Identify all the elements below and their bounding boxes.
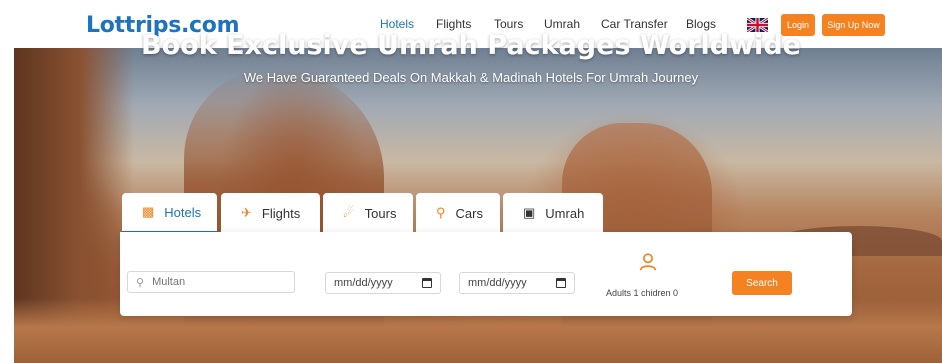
tab-flights[interactable]: ✈ Flights bbox=[221, 193, 320, 233]
hero-title: Book Exclusive Umrah Packages Worldwide bbox=[141, 30, 801, 61]
tab-cars-label: Cars bbox=[455, 205, 483, 221]
hotel-icon: ▩ bbox=[142, 204, 155, 219]
guests-summary[interactable]: Adults 1 chidren 0 bbox=[606, 288, 678, 298]
search-panel: ⚲ mm/dd/yyyy mm/dd/yyyy Adults 1 chidren… bbox=[120, 232, 852, 316]
search-icon: ⚲ bbox=[136, 276, 145, 289]
nav-flights[interactable]: Flights bbox=[436, 17, 471, 31]
tab-cars[interactable]: ⚲ Cars bbox=[416, 193, 500, 233]
checkin-placeholder: mm/dd/yyyy bbox=[334, 277, 393, 289]
kaaba-icon: ▣ bbox=[523, 205, 536, 220]
nav-blogs[interactable]: Blogs bbox=[686, 17, 716, 31]
nav-umrah[interactable]: Umrah bbox=[544, 17, 580, 31]
checkout-placeholder: mm/dd/yyyy bbox=[468, 277, 527, 289]
calendar-icon[interactable] bbox=[556, 278, 566, 288]
tab-hotels-label: Hotels bbox=[164, 204, 202, 220]
hero-subtitle: We Have Guaranteed Deals On Makkah & Mad… bbox=[243, 70, 699, 85]
nav-tours[interactable]: Tours bbox=[494, 17, 523, 31]
tab-tours-label: Tours bbox=[364, 205, 397, 221]
car-icon: ⚲ bbox=[436, 205, 446, 220]
city-input[interactable] bbox=[152, 276, 273, 288]
tab-flights-label: Flights bbox=[261, 205, 301, 221]
calendar-icon[interactable] bbox=[422, 278, 432, 288]
user-icon[interactable] bbox=[637, 251, 659, 273]
tab-umrah-label: Umrah bbox=[545, 205, 585, 221]
search-button[interactable]: Search bbox=[732, 271, 792, 295]
checkout-date-input[interactable]: mm/dd/yyyy bbox=[459, 272, 575, 294]
walker-icon: ☄ bbox=[343, 205, 355, 220]
plane-icon: ✈ bbox=[241, 205, 252, 220]
nav-car-transfer[interactable]: Car Transfer bbox=[601, 17, 668, 31]
city-field[interactable]: ⚲ bbox=[127, 271, 295, 293]
checkin-date-input[interactable]: mm/dd/yyyy bbox=[325, 272, 441, 294]
nav-hotels[interactable]: Hotels bbox=[380, 17, 414, 31]
tab-hotels[interactable]: ▩ Hotels bbox=[122, 193, 217, 233]
tab-tours[interactable]: ☄ Tours bbox=[323, 193, 413, 233]
tab-umrah[interactable]: ▣ Umrah bbox=[503, 193, 603, 233]
